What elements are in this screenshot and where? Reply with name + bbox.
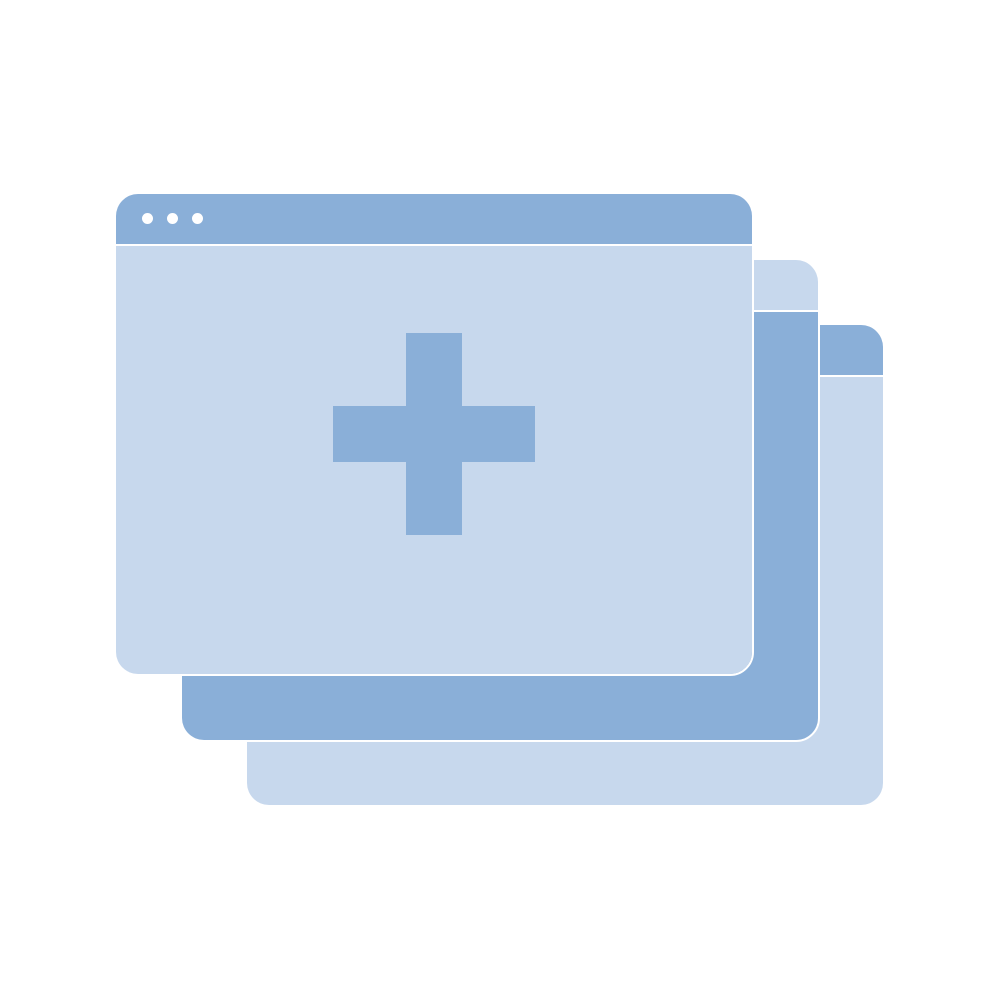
front-window-body xyxy=(116,246,752,674)
window-dot-icon xyxy=(167,213,178,224)
window-dot-icon xyxy=(192,213,203,224)
window-control-dots xyxy=(142,213,203,224)
window-dot-icon xyxy=(142,213,153,224)
stacked-windows-illustration xyxy=(0,0,1000,1000)
plus-icon[interactable] xyxy=(333,333,535,535)
front-window[interactable] xyxy=(114,192,754,676)
plus-icon-horizontal-bar xyxy=(333,406,535,462)
front-window-titlebar xyxy=(116,194,752,246)
